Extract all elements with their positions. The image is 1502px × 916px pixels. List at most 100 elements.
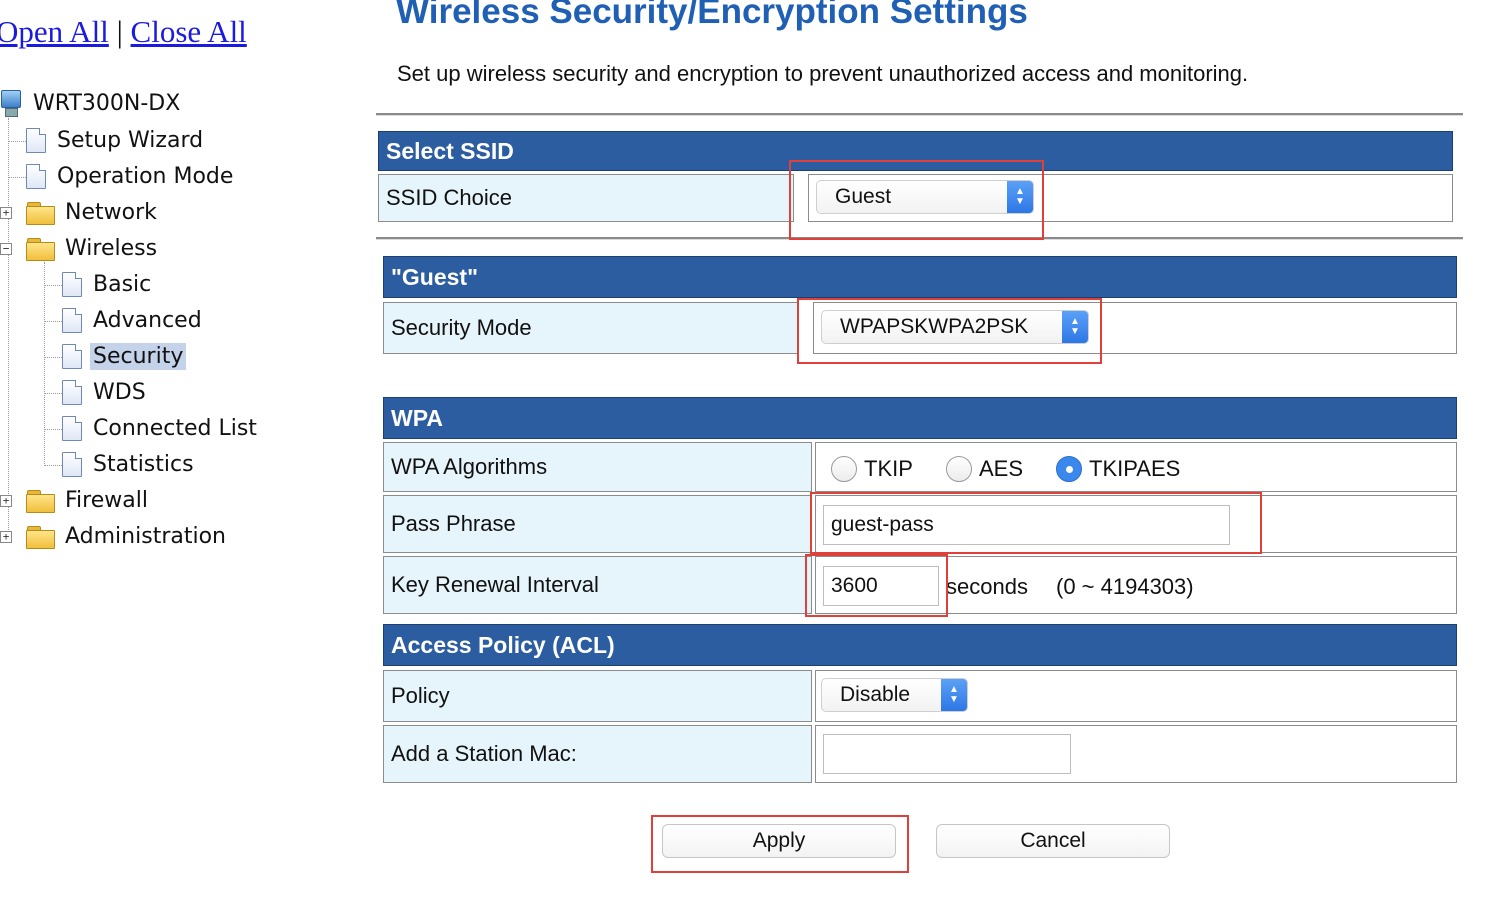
tree-item-basic[interactable]: Basic — [62, 267, 154, 301]
tree-line — [44, 465, 62, 466]
page-icon — [62, 307, 82, 333]
expand-icon[interactable]: + — [0, 495, 12, 507]
select-arrows-icon: ▲ ▼ — [941, 679, 967, 711]
close-all-link[interactable]: Close All — [131, 14, 247, 49]
tree-item-label: Advanced — [93, 307, 202, 333]
tkipaes-radio-label: TKIPAES — [1089, 456, 1181, 481]
policy-value: Disable — [840, 683, 911, 706]
tree-item-connected-list[interactable]: Connected List — [62, 411, 260, 445]
security-mode-value: WPAPSKWPA2PSK — [840, 315, 1029, 338]
tree-line — [44, 262, 45, 464]
tree-item-label: Statistics — [93, 451, 194, 477]
collapse-icon[interactable]: − — [0, 243, 12, 255]
pass-phrase-cell: guest-pass — [815, 495, 1457, 553]
page-icon — [26, 163, 46, 189]
ssid-section-header: Select SSID — [378, 131, 1453, 171]
wpa-algorithms-label: WPA Algorithms — [383, 442, 812, 492]
station-mac-input[interactable] — [823, 734, 1071, 774]
folder-icon — [26, 489, 55, 513]
expand-icon[interactable]: + — [0, 207, 12, 219]
page-icon — [62, 379, 82, 405]
wpa-section-header: WPA — [383, 397, 1457, 439]
key-renewal-cell: 3600 seconds (0 ~ 4194303) — [815, 556, 1457, 614]
pass-phrase-input[interactable]: guest-pass — [823, 505, 1230, 545]
guest-section-header: "Guest" — [383, 256, 1457, 298]
select-arrows-icon: ▲ ▼ — [1007, 181, 1033, 213]
tree-item-advanced[interactable]: Advanced — [62, 303, 205, 337]
aes-radio[interactable] — [946, 456, 972, 482]
divider — [376, 237, 1463, 240]
tree-item-setup-wizard[interactable]: Setup Wizard — [26, 123, 206, 157]
computer-icon — [0, 90, 22, 117]
tree-item-operation-mode[interactable]: Operation Mode — [26, 159, 236, 193]
wpa-algorithms-cell: TKIP AES TKIPAES — [815, 442, 1457, 492]
tree-line — [44, 285, 62, 286]
page-title: Wireless Security/Encryption Settings — [396, 0, 1028, 31]
key-renewal-input[interactable]: 3600 — [823, 566, 939, 606]
tree-item-label: Setup Wizard — [57, 127, 204, 153]
ssid-choice-cell: Guest ▲ ▼ — [808, 174, 1453, 222]
tree-item-label-selected: Security — [90, 342, 187, 370]
tree-item-label: Connected List — [93, 415, 257, 441]
tree-line — [44, 321, 62, 322]
tree-line — [8, 141, 26, 142]
key-renewal-label: Key Renewal Interval — [383, 556, 812, 614]
tree-line — [44, 393, 62, 394]
tree-item-statistics[interactable]: Statistics — [62, 447, 197, 481]
tree-item-administration[interactable]: Administration — [26, 519, 229, 553]
apply-button[interactable]: Apply — [662, 824, 896, 858]
security-mode-cell: WPAPSKWPA2PSK ▲ ▼ — [813, 302, 1457, 354]
tree-item-label: Network — [65, 199, 157, 225]
acl-section-header: Access Policy (ACL) — [383, 624, 1457, 666]
tree-item-label: Administration — [65, 523, 226, 549]
open-all-link[interactable]: Open All — [0, 14, 109, 49]
policy-cell: Disable ▲ ▼ — [815, 670, 1457, 722]
tree-line — [8, 118, 9, 538]
tree-links: Open All | Close All — [0, 14, 247, 50]
page-description: Set up wireless security and encryption … — [397, 61, 1249, 86]
tkip-radio-label: TKIP — [864, 456, 913, 481]
tree-line — [44, 357, 62, 358]
security-mode-label: Security Mode — [383, 302, 799, 354]
ssid-choice-label: SSID Choice — [378, 174, 794, 222]
tree-item-wireless[interactable]: Wireless — [26, 231, 160, 265]
tree-item-wds[interactable]: WDS — [62, 375, 149, 409]
select-arrows-icon: ▲ ▼ — [1062, 311, 1088, 343]
policy-label: Policy — [383, 670, 812, 722]
open-folder-icon — [26, 237, 55, 261]
policy-select[interactable]: Disable ▲ ▼ — [821, 678, 968, 712]
tree-root[interactable]: WRT300N-DX — [0, 86, 183, 120]
tree-item-label: WDS — [93, 379, 146, 405]
tree-root-label: WRT300N-DX — [33, 90, 181, 116]
tree-line — [8, 177, 26, 178]
folder-icon — [26, 525, 55, 549]
page-icon — [26, 127, 46, 153]
tkipaes-radio[interactable] — [1056, 456, 1082, 482]
ssid-choice-select[interactable]: Guest ▲ ▼ — [816, 180, 1034, 214]
page-icon — [62, 415, 82, 441]
tree-item-label: Basic — [93, 271, 152, 297]
station-mac-cell — [815, 725, 1457, 783]
expand-icon[interactable]: + — [0, 531, 12, 543]
folder-icon — [26, 201, 55, 225]
aes-radio-label: AES — [979, 456, 1024, 481]
security-mode-select[interactable]: WPAPSKWPA2PSK ▲ ▼ — [821, 310, 1089, 344]
page-icon — [62, 451, 82, 477]
station-mac-label: Add a Station Mac: — [383, 725, 812, 783]
tree-item-security[interactable]: Security — [62, 339, 187, 373]
tkip-radio[interactable] — [831, 456, 857, 482]
tree-item-label: Firewall — [65, 487, 148, 513]
ssid-choice-value: Guest — [835, 185, 892, 208]
pass-phrase-label: Pass Phrase — [383, 495, 812, 553]
tree-links-separator: | — [116, 14, 123, 49]
cancel-button[interactable]: Cancel — [936, 824, 1170, 858]
key-renewal-range: (0 ~ 4194303) — [1056, 574, 1194, 599]
tree-line — [44, 429, 62, 430]
tree-item-label: Operation Mode — [57, 163, 234, 189]
tree-item-network[interactable]: Network — [26, 195, 160, 229]
divider — [376, 113, 1463, 116]
tree-item-firewall[interactable]: Firewall — [26, 483, 151, 517]
page-icon — [62, 343, 82, 369]
tree-item-label: Wireless — [65, 235, 158, 261]
page-icon — [62, 271, 82, 297]
